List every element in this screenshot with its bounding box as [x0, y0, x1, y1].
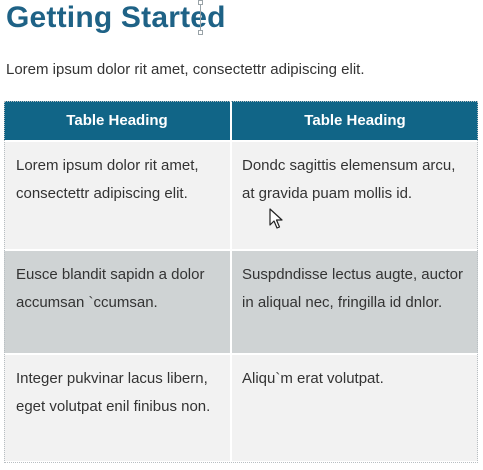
table-heading-2[interactable]: Table Heading [231, 101, 478, 142]
intro-paragraph[interactable]: Lorem ipsum dolor rit amet, consectettr … [6, 60, 364, 80]
table-cell[interactable]: Eusce blandit sapidn a dolor accumsan `c… [4, 250, 232, 355]
content-table[interactable]: Table Heading Table Heading Lorem ipsum … [4, 101, 478, 461]
table-cell[interactable]: Integer pukvinar lacus libern, eget volu… [4, 354, 232, 461]
table-row: Integer pukvinar lacus libern, eget volu… [4, 354, 478, 461]
table-cell[interactable]: Dondc sagittis elemensum arcu, at gravid… [231, 141, 478, 251]
table-row: Lorem ipsum dolor rit amet, consectettr … [4, 141, 478, 251]
table-row: Eusce blandit sapidn a dolor accumsan `c… [4, 250, 478, 355]
table-cell[interactable]: Aliqu`m erat volutpat. [231, 354, 478, 461]
text-insertion-cursor-icon [198, 0, 203, 35]
arrow-pointer-icon [269, 208, 283, 229]
table-header-row: Table Heading Table Heading [4, 101, 478, 142]
document-title[interactable]: Getting Started [6, 0, 226, 36]
table-cell[interactable]: Suspdndisse lectus augte, auctor in aliq… [231, 250, 478, 355]
table-heading-1[interactable]: Table Heading [4, 101, 232, 142]
table-cell[interactable]: Lorem ipsum dolor rit amet, consectettr … [4, 141, 232, 251]
